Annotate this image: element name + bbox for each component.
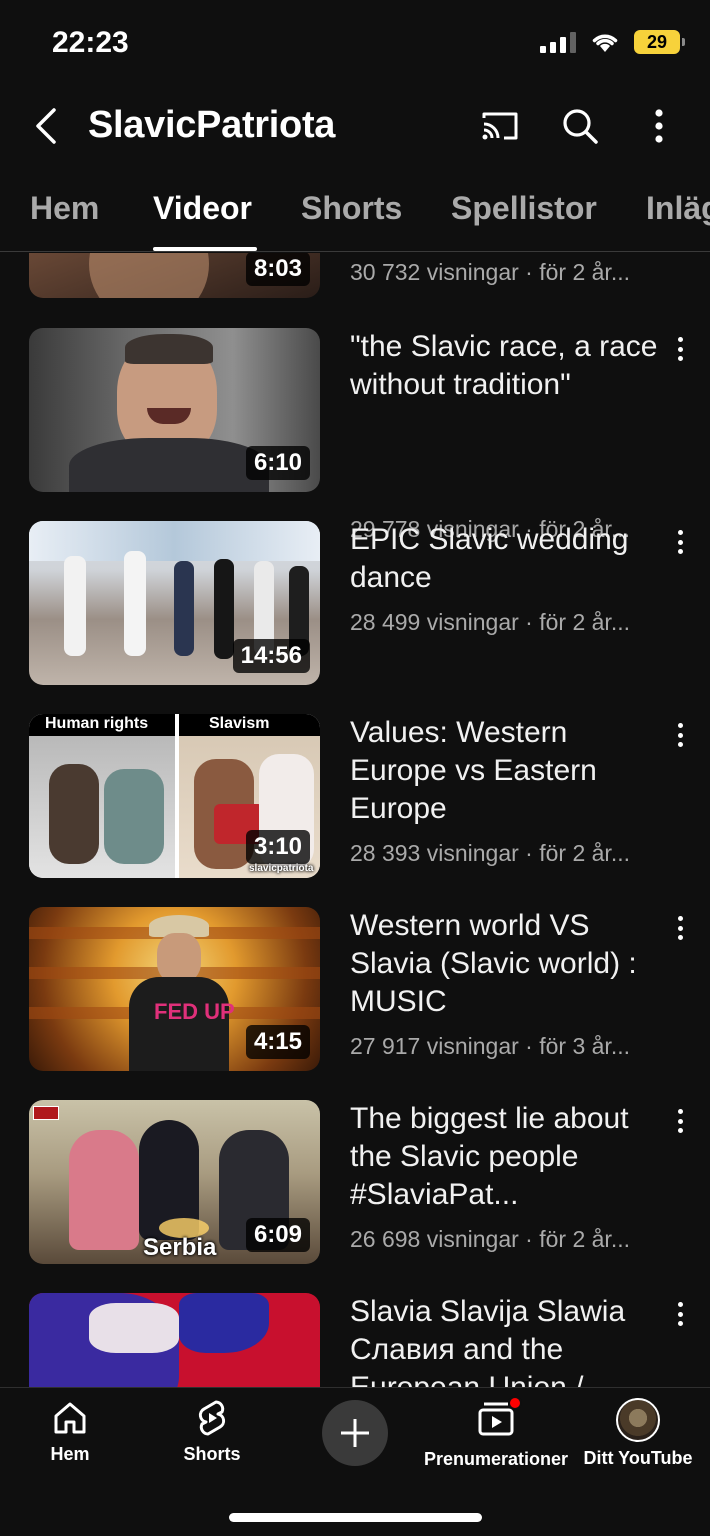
create-button[interactable] [322,1400,388,1466]
video-item[interactable]: Slavia Slavija Slawia Славия and the Eur… [0,1293,710,1387]
video-more-button[interactable] [670,720,690,750]
status-time: 22:23 [52,26,129,59]
thumbnail-caption-left: Human rights [45,715,149,732]
tab-inlagg[interactable]: Inläg [646,190,710,227]
battery-indicator: 29 [634,30,685,54]
wifi-icon [592,34,618,52]
thumbnail-caption: Serbia [143,1234,217,1261]
video-title[interactable]: "the Slavic race, a race without traditi… [350,328,660,404]
tab-videor[interactable]: Videor [153,190,252,227]
channel-tabs: Hem Videor Shorts Spellistor Inläg [0,178,710,252]
shirt-print-text: FED UP [154,999,235,1024]
more-vertical-icon [655,109,663,143]
video-meta: 27 917 visningar · för 3 år... [350,1033,630,1059]
cast-button[interactable] [478,104,522,148]
nav-shorts-label: Shorts [183,1444,241,1464]
tab-shorts[interactable]: Shorts [301,190,402,227]
video-duration: 14:56 [232,639,310,673]
search-icon [563,109,598,144]
chevron-left-icon [36,108,56,144]
create-icon [341,1419,369,1447]
status-bar: 22:23 29 [0,0,710,90]
video-duration: 3:10 [245,830,310,864]
nav-subscriptions[interactable]: Prenumerationer [421,1396,571,1470]
notification-dot [508,1396,522,1410]
avatar [616,1398,660,1442]
battery-tip [682,38,685,46]
status-icons: 29 [540,30,685,54]
video-duration: 6:09 [245,1218,310,1252]
video-thumbnail[interactable]: 8:03 [29,253,320,298]
cast-icon [482,112,518,140]
video-list: 8:03 30 732 visningar · för 2 år... 6:10… [0,253,710,1387]
active-tab-indicator [153,247,257,251]
video-more-button[interactable] [670,527,690,557]
tab-spellistor[interactable]: Spellistor [451,190,597,227]
nav-you-label: Ditt YouTube [583,1448,693,1468]
video-thumbnail[interactable]: 14:56 [29,521,320,685]
video-thumbnail[interactable]: Serbia 6:09 [29,1100,320,1264]
back-button[interactable] [26,104,66,148]
video-item[interactable]: 14:56 EPIC Slavic wedding dance 28 499 v… [0,521,710,701]
video-more-button[interactable] [670,1299,690,1329]
video-item[interactable]: 8:03 30 732 visningar · för 2 år... [0,253,710,314]
video-title[interactable]: EPIC Slavic wedding dance [350,521,660,597]
channel-title: SlavicPatriota [88,104,336,146]
thumbnail-caption-right: Slavism [209,715,270,732]
channel-header: SlavicPatriota [0,90,710,162]
cellular-signal-icon [540,31,576,53]
video-duration: 6:10 [245,446,310,480]
nav-you[interactable]: Ditt YouTube [563,1398,710,1469]
video-more-button[interactable] [670,1106,690,1136]
nav-home-label: Hem [50,1444,90,1464]
nav-subscriptions-label: Prenumerationer [423,1449,569,1469]
home-indicator [229,1513,482,1522]
video-meta: 30 732 visningar · för 2 år... [350,259,630,285]
video-item[interactable]: Serbia 6:09 The biggest lie about the Sl… [0,1100,710,1280]
video-meta: 26 698 visningar · för 2 år... [350,1226,630,1252]
home-icon [54,1402,86,1434]
video-duration: 8:03 [245,253,310,286]
video-thumbnail[interactable]: Human rights Slavism 3:10 slavicpatriota [29,714,320,878]
bottom-navigation: Hem Shorts Prenumerationer Ditt YouTube [0,1387,710,1536]
tab-hem[interactable]: Hem [30,190,99,227]
video-item[interactable]: FED UP 4:15 Western world VS Slavia (Sla… [0,907,710,1087]
video-thumbnail[interactable]: 6:10 [29,328,320,492]
video-more-button[interactable] [670,334,690,364]
video-more-button[interactable] [670,913,690,943]
battery-level: 29 [646,31,668,52]
video-meta: 28 393 visningar · för 2 år... [350,840,630,866]
video-title[interactable]: Slavia Slavija Slawia Славия and the Eur… [350,1293,660,1387]
video-title[interactable]: Western world VS Slavia (Slavic world) :… [350,907,660,1021]
video-duration: 4:15 [245,1025,310,1059]
video-title[interactable]: Values: Western Europe vs Eastern Europe [350,714,660,828]
video-title[interactable]: The biggest lie about the Slavic people … [350,1100,660,1214]
video-thumbnail[interactable] [29,1293,320,1387]
nav-home[interactable]: Hem [0,1398,145,1465]
shorts-icon [198,1400,226,1436]
video-meta: 28 499 visningar · för 2 år... [350,609,630,635]
nav-shorts[interactable]: Shorts [137,1398,287,1465]
thumbnail-watermark: slavicpatriota [249,863,314,874]
video-thumbnail[interactable]: FED UP 4:15 [29,907,320,1071]
video-item[interactable]: 6:10 "the Slavic race, a race without tr… [0,328,710,542]
video-item[interactable]: Human rights Slavism 3:10 slavicpatriota… [0,714,710,894]
more-options-button[interactable] [637,104,681,148]
search-button[interactable] [558,104,602,148]
